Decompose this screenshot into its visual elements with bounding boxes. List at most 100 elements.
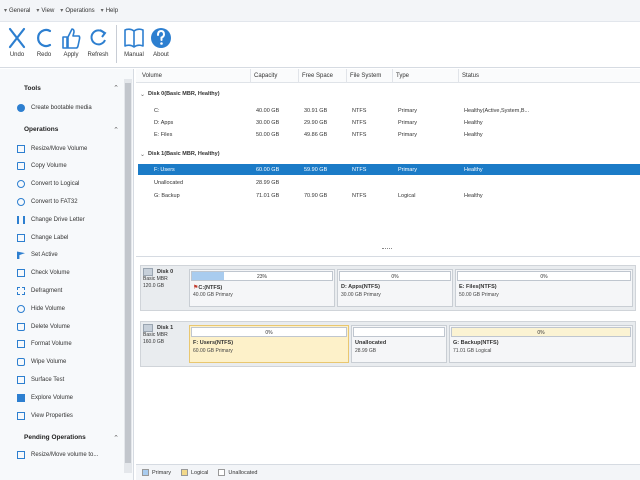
sidebar-item-hide-volume[interactable]: Hide Volume [0, 300, 133, 318]
disk-group-header[interactable]: ⌄ Disk 1(Basic MBR, Healthy) [140, 149, 220, 159]
sidebar-item-check-volume[interactable]: Check Volume [0, 264, 133, 282]
thumbs-up-icon [62, 28, 81, 49]
swatch [180, 469, 188, 476]
sidebar-item-wipe-volume[interactable]: Wipe Volume [0, 353, 133, 371]
disk-map-disk-0[interactable]: Disk 0 Basic MBR 120.0 GB 23% ⚑C:(NTFS) … [140, 265, 636, 311]
properties-icon [17, 411, 25, 420]
legend: Primary Logical Unallocated [136, 464, 640, 480]
chevron-down-icon: ▾ [60, 8, 64, 14]
collapse-icon: ⌃ [113, 434, 119, 442]
refresh-button[interactable]: Refresh [85, 25, 111, 58]
refresh-icon [90, 29, 107, 46]
sidebar-item-create-bootable-media[interactable]: Create bootable media [0, 99, 133, 117]
volume-list: Volume Capacity Free Space File System T… [136, 69, 640, 255]
redo-button[interactable]: Redo [31, 25, 57, 58]
flag-icon [17, 251, 25, 260]
hard-disk-icon [143, 268, 153, 276]
defragment-icon [17, 287, 25, 296]
chevron-down-icon: ▾ [4, 8, 8, 14]
check-icon [17, 269, 25, 278]
sidebar-item-explore-volume[interactable]: Explore Volume [0, 389, 133, 407]
sidebar: Tools ⌃ Create bootable media Operations… [0, 69, 134, 480]
sidebar-item-copy-volume[interactable]: Copy Volume [0, 158, 133, 176]
toolbar-divider [116, 25, 117, 63]
usage-bar: 0% [339, 271, 451, 281]
sidebar-item-set-active[interactable]: Set Active [0, 247, 133, 265]
hard-disk-icon [143, 324, 153, 332]
delete-icon [17, 322, 25, 331]
splitter-handle[interactable] [382, 248, 392, 250]
collapse-icon: ⌃ [113, 85, 119, 92]
column-type[interactable]: Type [396, 73, 409, 79]
convert-icon [17, 180, 25, 189]
pending-section-header[interactable]: Pending Operations ⌃ [0, 431, 133, 445]
menu-view[interactable]: ▾ View [36, 7, 54, 15]
disk-map: Disk 0 Basic MBR 120.0 GB 23% ⚑C:(NTFS) … [136, 256, 640, 464]
sidebar-item-view-properties[interactable]: View Properties [0, 407, 133, 425]
column-capacity[interactable]: Capacity [254, 73, 277, 79]
column-file-system[interactable]: File System [350, 73, 381, 79]
menu-operations[interactable]: ▾ Operations [60, 7, 94, 15]
eye-icon [17, 304, 25, 313]
about-button[interactable]: About [148, 25, 174, 58]
table-row[interactable]: D: Apps 30.00 GB 29.90 GB NTFS Primary H… [138, 117, 640, 128]
column-free-space[interactable]: Free Space [302, 73, 333, 79]
sidebar-item-convert-logical[interactable]: Convert to Logical [0, 175, 133, 193]
table-row[interactable]: Unallocated 28.99 GB [138, 177, 640, 188]
disk-map-disk-1[interactable]: Disk 1 Basic MBR 160.0 GB 0% F: Users(NT… [140, 321, 636, 367]
sidebar-item-convert-fat32[interactable]: Convert to FAT32 [0, 193, 133, 211]
undo-button[interactable]: Undo [4, 25, 30, 58]
disk-group-header[interactable]: ⌄ Disk 0(Basic MBR, Healthy) [140, 89, 220, 99]
chevron-down-icon: ▾ [36, 8, 40, 14]
menu-bar: ▾ General ▾ View ▾ Operations ▾ Help [0, 0, 640, 22]
sidebar-item-change-label[interactable]: Change Label [0, 229, 133, 247]
partition-e[interactable]: 0% E: Files(NTFS) 50.00 GB Primary [455, 269, 633, 307]
sidebar-item-resize-move[interactable]: Resize/Move Volume [0, 140, 133, 158]
sidebar-item-surface-test[interactable]: Surface Test [0, 371, 133, 389]
legend-primary: Primary [142, 469, 171, 476]
book-icon [124, 28, 144, 48]
partition-unallocated[interactable]: Unallocated 28.99 GB [351, 325, 447, 363]
disk-info: Disk 0 Basic MBR 120.0 GB [143, 268, 174, 289]
partition-d[interactable]: 0% D: Apps(NTFS) 30.00 GB Primary [337, 269, 453, 307]
menu-general[interactable]: ▾ General [4, 7, 30, 15]
partition-c[interactable]: 23% ⚑C:(NTFS) 40.00 GB Primary [189, 269, 335, 307]
tools-section-header[interactable]: Tools ⌃ [0, 81, 133, 95]
sidebar-item-delete-volume[interactable]: Delete Volume [0, 318, 133, 336]
apply-button[interactable]: Apply [58, 25, 84, 58]
partition-f-selected[interactable]: 0% F: Users(NTFS) 60.00 GB Primary [189, 325, 349, 363]
operations-section-header[interactable]: Operations ⌃ [0, 123, 133, 137]
sidebar-item-format-volume[interactable]: Format Volume [0, 336, 133, 354]
usage-bar: 0% [191, 327, 347, 337]
table-row[interactable]: E: Files 50.00 GB 49.86 GB NTFS Primary … [138, 129, 640, 140]
sidebar-scrollbar[interactable] [124, 79, 132, 473]
swatch [142, 469, 149, 476]
legend-logical: Logical [180, 469, 208, 476]
surface-test-icon [17, 376, 25, 385]
convert-fs-icon [17, 198, 25, 207]
scrollbar-thumb[interactable] [125, 83, 131, 463]
drive-letter-icon [17, 215, 25, 224]
resize-icon [17, 144, 25, 153]
volume-list-header: Volume Capacity Free Space File System T… [136, 69, 640, 83]
swatch [218, 469, 226, 476]
format-icon [17, 340, 25, 349]
table-row[interactable]: G: Backup 71.01 GB 70.90 GB NTFS Logical… [138, 190, 640, 201]
operations-list: Resize/Move Volume Copy Volume Convert t… [0, 140, 133, 425]
undo-icon [8, 27, 26, 49]
pending-item[interactable]: Resize/Move volume to... [0, 447, 133, 465]
bootable-media-icon [17, 103, 25, 112]
sidebar-item-defragment[interactable]: Defragment [0, 282, 133, 300]
partition-g[interactable]: 0% G: Backup(NTFS) 71.01 GB Logical [449, 325, 633, 363]
usage-bar [353, 327, 445, 337]
table-row-selected[interactable]: F: Users 60.00 GB 59.90 GB NTFS Primary … [138, 164, 640, 175]
manual-button[interactable]: Manual [121, 25, 147, 58]
column-volume[interactable]: Volume [142, 73, 162, 79]
usage-bar: 23% [191, 271, 333, 281]
menu-help[interactable]: ▾ Help [101, 7, 118, 15]
collapse-icon: ⌃ [113, 126, 119, 134]
sidebar-item-change-drive-letter[interactable]: Change Drive Letter [0, 211, 133, 229]
column-status[interactable]: Status [462, 73, 479, 79]
table-row[interactable]: C: 40.00 GB 30.91 GB NTFS Primary Health… [138, 105, 640, 116]
resize-icon [17, 451, 25, 460]
